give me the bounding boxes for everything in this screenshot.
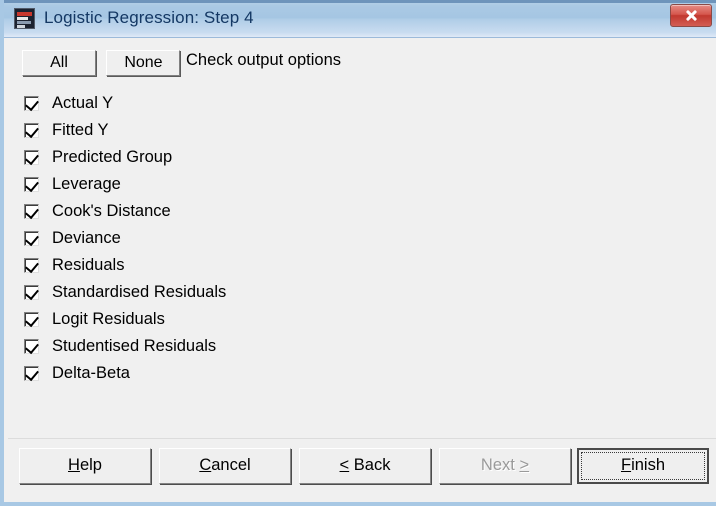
back-button[interactable]: < Back bbox=[299, 448, 431, 484]
selection-toolbar: All None bbox=[22, 50, 181, 76]
output-options-list: Actual Y Fitted Y Predicted Group Levera… bbox=[24, 92, 524, 389]
option-actual-y[interactable]: Actual Y bbox=[24, 92, 524, 119]
finish-button[interactable]: Finish bbox=[577, 448, 709, 484]
option-fitted-y[interactable]: Fitted Y bbox=[24, 119, 524, 146]
option-logit-residuals[interactable]: Logit Residuals bbox=[24, 308, 524, 335]
app-icon bbox=[14, 8, 35, 29]
option-standardised-residuals[interactable]: Standardised Residuals bbox=[24, 281, 524, 308]
option-cooks-distance[interactable]: Cook's Distance bbox=[24, 200, 524, 227]
finish-mnemonic: F bbox=[620, 456, 632, 474]
option-predicted-group[interactable]: Predicted Group bbox=[24, 146, 524, 173]
option-label: Residuals bbox=[52, 256, 125, 274]
option-residuals[interactable]: Residuals bbox=[24, 254, 524, 281]
option-label: Studentised Residuals bbox=[52, 337, 217, 355]
divider bbox=[8, 438, 716, 441]
checkbox-icon[interactable] bbox=[24, 204, 39, 220]
option-label: Deviance bbox=[52, 229, 121, 247]
option-label: Predicted Group bbox=[52, 148, 173, 166]
checkbox-icon[interactable] bbox=[24, 366, 39, 382]
checkbox-icon[interactable] bbox=[24, 96, 39, 112]
checkbox-icon[interactable] bbox=[24, 150, 39, 166]
checkbox-icon[interactable] bbox=[24, 339, 39, 355]
next-mnemonic: > bbox=[519, 456, 530, 474]
window-title: Logistic Regression: Step 4 bbox=[44, 8, 254, 27]
checkbox-icon[interactable] bbox=[24, 258, 39, 274]
option-label: Fitted Y bbox=[52, 121, 109, 139]
dialog-client-area: All None Check output options Actual Y F… bbox=[8, 38, 716, 502]
option-label: Standardised Residuals bbox=[52, 283, 227, 301]
checkbox-icon[interactable] bbox=[24, 123, 39, 139]
help-mnemonic: H bbox=[68, 456, 80, 474]
close-icon[interactable] bbox=[670, 4, 712, 27]
finish-label: inish bbox=[631, 456, 666, 474]
select-none-button[interactable]: None bbox=[106, 50, 181, 76]
next-label: Next bbox=[480, 456, 520, 474]
option-label: Leverage bbox=[52, 175, 121, 193]
option-leverage[interactable]: Leverage bbox=[24, 173, 524, 200]
next-button: Next > bbox=[439, 448, 571, 484]
help-label: elp bbox=[79, 456, 102, 474]
option-deviance[interactable]: Deviance bbox=[24, 227, 524, 254]
option-label: Delta-Beta bbox=[52, 364, 130, 382]
dialog-button-bar: Help Cancel < Back Next > Finish bbox=[8, 444, 716, 502]
cancel-button[interactable]: Cancel bbox=[159, 448, 291, 484]
option-delta-beta[interactable]: Delta-Beta bbox=[24, 362, 524, 389]
option-label: Logit Residuals bbox=[52, 310, 165, 328]
option-studentised-residuals[interactable]: Studentised Residuals bbox=[24, 335, 524, 362]
back-label: Back bbox=[349, 456, 391, 474]
option-label: Cook's Distance bbox=[52, 202, 171, 220]
checkbox-icon[interactable] bbox=[24, 231, 39, 247]
cancel-label: ancel bbox=[211, 456, 251, 474]
help-button[interactable]: Help bbox=[19, 448, 151, 484]
title-bar: Logistic Regression: Step 4 bbox=[4, 0, 716, 38]
dialog-window: Logistic Regression: Step 4 All None Che… bbox=[0, 0, 716, 506]
checkbox-icon[interactable] bbox=[24, 285, 39, 301]
option-label: Actual Y bbox=[52, 94, 114, 112]
checkbox-icon[interactable] bbox=[24, 312, 39, 328]
instruction-label: Check output options bbox=[186, 51, 342, 69]
checkbox-icon[interactable] bbox=[24, 177, 39, 193]
cancel-mnemonic: C bbox=[199, 456, 212, 474]
select-all-button[interactable]: All bbox=[22, 50, 96, 76]
back-mnemonic: < bbox=[339, 456, 350, 474]
